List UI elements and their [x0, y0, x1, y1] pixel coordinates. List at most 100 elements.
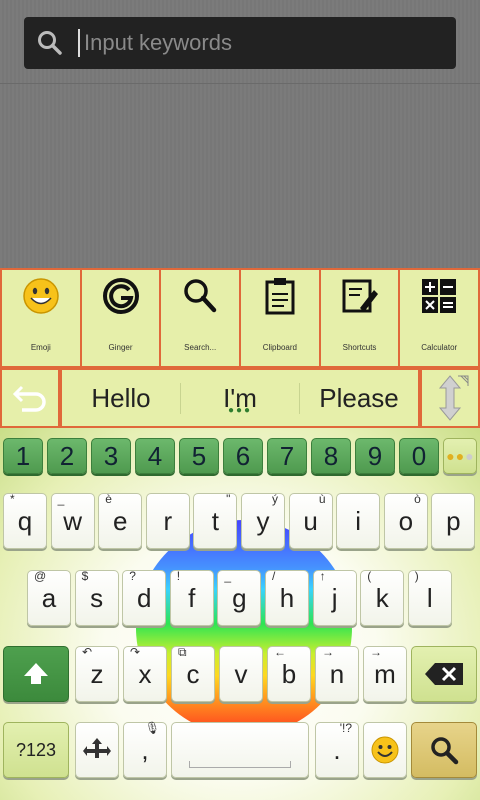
key-hint: ? — [129, 569, 136, 583]
emoji-key[interactable] — [363, 722, 407, 778]
key-6[interactable]: 6 — [223, 438, 263, 474]
key-1[interactable]: 1 — [3, 438, 43, 474]
search-bar[interactable] — [24, 17, 456, 69]
search-input[interactable] — [82, 29, 446, 57]
key-m[interactable]: m → — [363, 645, 407, 702]
suggestion-word[interactable]: I'm ●●● — [180, 382, 299, 416]
key-label: u — [303, 505, 318, 536]
key-l[interactable]: l) — [407, 569, 452, 626]
space-bar-line-icon — [189, 760, 291, 768]
key-g[interactable]: g _ — [217, 569, 262, 626]
key-label: 4 — [147, 440, 163, 471]
key-label: v — [234, 658, 248, 689]
key-hint: 🎙 — [144, 721, 160, 735]
key-hint: _ — [224, 569, 232, 583]
more-dots-icon: ●● — [446, 448, 466, 464]
undo-button[interactable] — [2, 370, 58, 426]
more-options-button[interactable]: ●● ● — [443, 438, 477, 474]
key-label: 0 — [411, 440, 427, 471]
smiley-emoji-icon — [371, 736, 399, 764]
key-f[interactable]: f! — [169, 569, 214, 626]
key-t[interactable]: t " — [193, 492, 238, 549]
toolbar-calculator[interactable]: Calculator — [400, 270, 479, 366]
key-label: m — [374, 658, 396, 689]
key-label: p — [446, 505, 461, 536]
key-2[interactable]: 2 — [47, 438, 87, 474]
toolbar-search[interactable]: Search... — [161, 270, 240, 366]
key-label: 6 — [235, 440, 251, 471]
key-z[interactable]: z ↶ — [75, 645, 119, 702]
key-q[interactable]: q * — [3, 492, 47, 549]
key-e[interactable]: eè — [98, 492, 143, 549]
key-7[interactable]: 7 — [267, 438, 307, 474]
key-label: r — [163, 505, 173, 536]
key-9[interactable]: 9 — [355, 438, 395, 474]
key-i[interactable]: i — [336, 493, 381, 549]
toolbar-label: Shortcuts — [342, 343, 377, 352]
backspace-icon — [425, 663, 463, 685]
key-s[interactable]: s $ — [74, 569, 119, 626]
symbols-mode-key[interactable]: ?123 — [3, 722, 69, 778]
toolbar-ginger[interactable]: Ginger — [81, 270, 160, 366]
clipboard-icon — [265, 278, 295, 315]
key-5[interactable]: 5 — [179, 438, 219, 474]
key-hint: " — [226, 492, 231, 506]
key-hint: ( — [367, 569, 372, 583]
suggestion-word[interactable]: Please — [299, 382, 418, 414]
key-label: w — [63, 505, 82, 536]
space-key[interactable] — [171, 722, 309, 778]
key-label: s — [90, 582, 104, 613]
divider — [0, 83, 480, 84]
key-j[interactable]: j ↑ — [312, 569, 357, 626]
toolbar-label: Search... — [184, 343, 217, 352]
suggestion-word[interactable]: Hello — [62, 383, 180, 414]
key-y[interactable]: yý — [241, 492, 285, 549]
key-label: h — [279, 582, 295, 613]
key-label: . — [333, 734, 341, 765]
keyboard: 1 2 3 4 5 6 7 8 9 0 ●● ● q * w _ e è r t " y ý u ù i o ò p a @ s $ d? f! g _… — [0, 428, 480, 800]
key-b[interactable]: b ← — [267, 645, 311, 702]
comma-key[interactable]: , 🎙 — [123, 721, 167, 778]
key-x[interactable]: x ↷ — [123, 645, 167, 702]
key-h[interactable]: h / — [265, 569, 309, 626]
key-c[interactable]: c ⧉ — [171, 645, 215, 702]
key-d[interactable]: d? — [122, 569, 167, 626]
key-hint: ← — [274, 645, 286, 659]
resize-keyboard-button[interactable] — [422, 370, 478, 426]
search-icon — [38, 31, 62, 55]
key-v[interactable]: v — [219, 646, 263, 702]
key-3[interactable]: 3 — [91, 438, 131, 474]
key-label: q — [17, 505, 33, 536]
key-4[interactable]: 4 — [135, 438, 175, 474]
key-r[interactable]: r — [145, 493, 190, 549]
key-label: y — [256, 505, 270, 536]
key-label: i — [355, 505, 362, 536]
key-0[interactable]: 0 — [399, 438, 439, 474]
period-key[interactable]: . '!? — [315, 721, 359, 778]
key-hint: ⧉ — [178, 645, 187, 659]
key-hint: ↶ — [82, 645, 93, 659]
key-n[interactable]: n → — [315, 645, 359, 702]
key-label: 3 — [103, 440, 119, 471]
key-p[interactable]: p — [431, 493, 476, 549]
key-o[interactable]: oò — [383, 492, 428, 549]
toolbar-emoji[interactable]: Emoji — [2, 270, 80, 366]
key-a[interactable]: a @ — [27, 569, 71, 626]
move-cursor-key[interactable] — [75, 722, 119, 778]
key-u[interactable]: uù — [288, 492, 333, 549]
search-key[interactable] — [411, 722, 477, 778]
magnifier-icon — [184, 279, 217, 313]
backspace-key[interactable] — [411, 646, 477, 702]
key-label: e — [112, 505, 128, 536]
key-k[interactable]: k( — [360, 569, 405, 626]
key-8[interactable]: 8 — [311, 438, 351, 474]
keyboard-toolbar: Emoji Ginger Search... Clipboard Shortcu… — [0, 268, 480, 368]
toolbar-clipboard[interactable]: Clipboard — [241, 270, 319, 366]
shift-key[interactable] — [3, 646, 69, 702]
key-w[interactable]: w _ — [50, 492, 95, 549]
key-label: j — [331, 582, 338, 613]
key-hint: @ — [34, 569, 47, 583]
resize-arrows-icon — [438, 375, 469, 421]
toolbar-label: Emoji — [30, 343, 51, 352]
toolbar-shortcuts[interactable]: Shortcuts — [320, 270, 399, 366]
